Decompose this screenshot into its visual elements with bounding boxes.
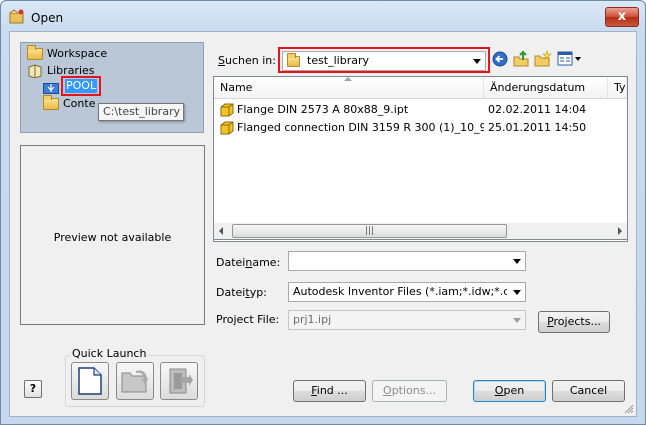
open-button[interactable]: Open [473, 380, 546, 402]
scroll-left-icon[interactable] [219, 227, 223, 235]
tree-item-pool-label: POOL [65, 79, 97, 93]
cancel-button[interactable]: Cancel [552, 380, 625, 402]
filename-label: Dateiname: [216, 256, 281, 269]
title-bar[interactable]: Open x [1, 1, 645, 31]
chevron-down-icon [513, 259, 521, 264]
preview-pane: Preview not available [20, 145, 205, 325]
project-door-icon [169, 368, 193, 394]
file-name: Flanged connection DIN 3159 R 300 (1)_10… [237, 121, 484, 134]
file-date: 25.01.2011 14:50 [488, 121, 587, 134]
quick-launch-label: Quick Launch [70, 347, 149, 360]
folder-icon [287, 53, 300, 67]
chevron-down-icon [473, 59, 481, 64]
scroll-right-icon[interactable] [618, 227, 622, 235]
column-header-date[interactable]: Änderungsdatum [484, 77, 608, 99]
project-file-combo[interactable]: prj1.ipj [288, 310, 526, 330]
tree-item-label: Workspace [47, 47, 108, 60]
back-arrow-icon[interactable] [491, 50, 509, 68]
new-file-button[interactable] [71, 362, 109, 400]
close-button[interactable]: x [605, 7, 639, 27]
open-file-quick-button[interactable] [116, 362, 154, 400]
filetype-value: Autodesk Inventor Files (*.iam;*.idw;*.d… [293, 285, 507, 298]
file-row[interactable]: Flanged connection DIN 3159 R 300 (1)_10… [214, 119, 627, 137]
window-title: Open [31, 11, 64, 25]
tree-item-label: Conte [63, 97, 96, 110]
filetype-combo[interactable]: Autodesk Inventor Files (*.iam;*.idw;*.d… [288, 282, 526, 302]
sort-ascending-icon [344, 77, 352, 81]
part-file-icon [220, 121, 234, 135]
dialog-client-area: Workspace Libraries POOL Conte C:\test_l… [9, 31, 637, 417]
view-menu-icon[interactable] [557, 50, 583, 68]
libraries-icon [28, 64, 42, 78]
look-in-value: test_library [307, 54, 370, 67]
new-file-icon [78, 367, 102, 395]
project-file-label: Project File: [216, 313, 280, 326]
open-folder-icon [121, 370, 149, 393]
file-date: 02.02.2011 14:04 [488, 103, 587, 116]
options-button[interactable]: Options... [372, 380, 447, 402]
tree-item-pool-highlight: POOL [61, 76, 101, 96]
horizontal-scrollbar[interactable]: ||| [213, 223, 628, 240]
file-row[interactable]: Flange DIN 2573 A 80x88_9.ipt 02.02.2011… [214, 101, 627, 119]
find-button[interactable]: Find ... [293, 380, 366, 402]
chevron-down-icon [513, 318, 521, 323]
preview-text: Preview not available [53, 231, 172, 244]
projects-quick-button[interactable] [160, 362, 198, 400]
folder-icon [43, 95, 59, 110]
filetype-label: Dateityp: [216, 286, 267, 299]
new-folder-icon[interactable] [534, 50, 552, 68]
library-folder-icon [43, 83, 59, 94]
look-in-label: Suchen in: [218, 54, 276, 67]
file-name: Flange DIN 2573 A 80x88_9.ipt [237, 103, 409, 116]
project-file-value: prj1.ipj [293, 313, 332, 326]
part-file-icon [220, 103, 234, 117]
column-header-name[interactable]: Name [214, 77, 484, 99]
column-header-type[interactable]: Ty [608, 77, 627, 99]
file-list[interactable]: Name Änderungsdatum Ty Flange DIN 2573 A… [213, 76, 628, 242]
folder-icon [27, 45, 43, 60]
column-header-label: Name [220, 81, 253, 94]
projects-button[interactable]: Projects... [538, 311, 610, 333]
look-in-combo[interactable]: test_library [282, 51, 486, 71]
scroll-thumb[interactable]: ||| [232, 224, 507, 238]
inventor-app-icon [9, 9, 24, 24]
help-button[interactable]: ? [24, 380, 42, 398]
open-dialog: Open x Workspace Libraries POOL Conte C:… [0, 0, 646, 425]
column-header-label: Änderungsdatum [490, 81, 586, 94]
up-folder-icon[interactable] [512, 50, 530, 68]
chevron-down-icon [513, 290, 521, 295]
column-header-label: Ty [614, 81, 626, 94]
path-tooltip: C:\test_library [98, 103, 184, 121]
filename-combo[interactable] [288, 251, 526, 271]
resize-grip-icon[interactable] [624, 404, 634, 414]
